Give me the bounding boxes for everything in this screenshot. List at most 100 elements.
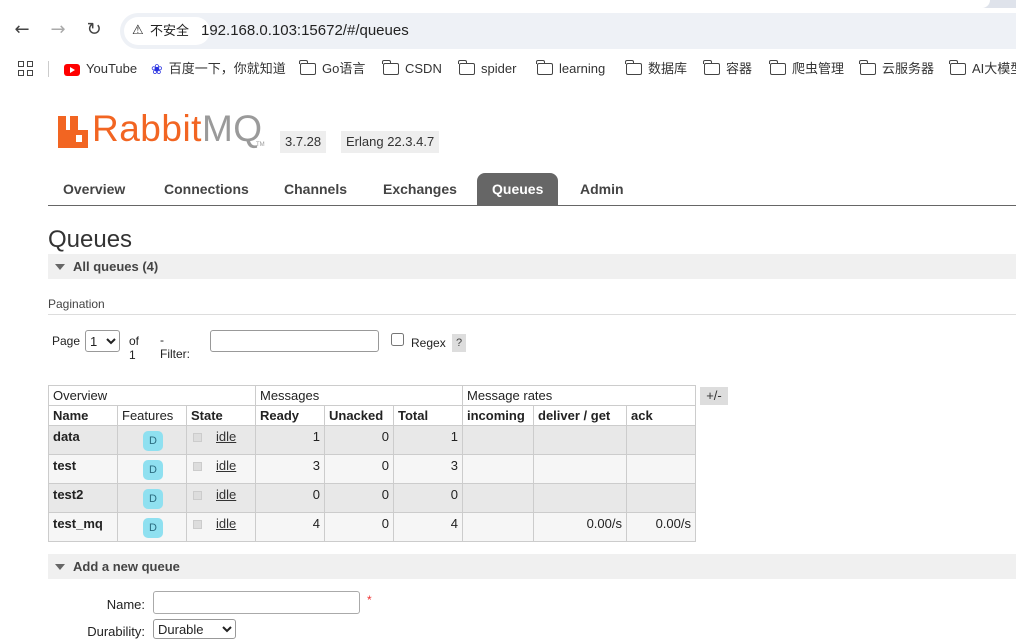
tab-overview[interactable]: Overview	[48, 173, 140, 205]
table-row[interactable]: data D idle 1 0 1	[48, 425, 696, 455]
ack-rate	[626, 483, 696, 513]
group-message-rates: Message rates	[462, 385, 696, 406]
folder-icon	[382, 59, 399, 75]
state-cell: idle	[186, 483, 256, 513]
bookmark-crawler[interactable]: 爬虫管理	[769, 58, 845, 80]
col-incoming[interactable]: incoming	[462, 405, 534, 426]
apps-grid-icon[interactable]	[18, 61, 34, 77]
state-label: idle	[216, 516, 237, 531]
folder-icon	[625, 59, 642, 75]
main-nav: Overview Connections Channels Exchanges …	[48, 173, 1016, 206]
bookmark-baidu[interactable]: ❀ 百度一下，你就知道	[151, 58, 286, 80]
group-header-row: Overview Messages Message rates	[48, 385, 696, 406]
bookmark-go[interactable]: Go语言	[299, 58, 366, 80]
folder-icon	[536, 59, 553, 75]
reload-icon[interactable]: ↻	[84, 20, 104, 40]
page-select[interactable]: 1	[85, 330, 120, 352]
table-row[interactable]: test D idle 3 0 3	[48, 454, 696, 484]
state-label: idle	[216, 458, 237, 473]
total-count: 1	[393, 425, 463, 455]
queue-name-link[interactable]: test_mq	[48, 512, 118, 542]
ready-count: 4	[255, 512, 325, 542]
incoming-rate	[462, 425, 534, 455]
state-square-icon	[193, 433, 202, 443]
add-queue-toggle[interactable]: Add a new queue	[48, 554, 1016, 579]
ack-rate	[626, 425, 696, 455]
tab-connections[interactable]: Connections	[149, 173, 264, 205]
tab-exchanges[interactable]: Exchanges	[368, 173, 472, 205]
filter-input[interactable]	[210, 330, 379, 352]
tab-strip	[0, 0, 1016, 8]
ready-count: 0	[255, 483, 325, 513]
state-square-icon	[193, 491, 202, 501]
page-count: of 1	[129, 334, 140, 362]
bookmark-learning[interactable]: learning	[536, 58, 605, 80]
deliver-get-rate	[533, 454, 627, 484]
durability-select[interactable]: Durable	[153, 619, 236, 639]
features-cell: D	[117, 454, 187, 484]
queue-name-input[interactable]	[153, 591, 360, 614]
filter-label: - Filter:	[160, 333, 190, 361]
state-cell: idle	[186, 425, 256, 455]
regex-checkbox[interactable]	[391, 333, 404, 346]
pagination-label: Pagination	[48, 297, 105, 311]
tab-queues[interactable]: Queues	[477, 173, 559, 205]
state-cell: idle	[186, 454, 256, 484]
bookmarks-bar: YouTube ❀ 百度一下，你就知道 Go语言 CSDN spider lear…	[0, 54, 1016, 84]
bookmark-label: YouTube	[86, 61, 138, 76]
forward-arrow-icon[interactable]: →	[48, 20, 68, 40]
bookmark-spider[interactable]: spider	[458, 58, 516, 80]
bookmark-label: 数据库	[648, 61, 688, 76]
state-square-icon	[193, 520, 202, 530]
tab-channels[interactable]: Channels	[269, 173, 362, 205]
folder-icon	[769, 59, 786, 75]
bookmark-ai[interactable]: AI大模型	[949, 58, 1016, 80]
browser-chrome: ← → ↻ ⚠ 不安全 192.168.0.103:15672/#/queues…	[0, 0, 1016, 88]
features-cell: D	[117, 425, 187, 455]
table-row[interactable]: test_mq D idle 4 0 4 0.00/s 0.00/s	[48, 512, 696, 542]
column-header-row: Name Features State Ready Unacked Total …	[48, 405, 696, 426]
bookmarks-separator	[48, 61, 49, 77]
col-ack[interactable]: ack	[626, 405, 696, 426]
bookmark-containers[interactable]: 容器	[703, 58, 753, 80]
deliver-get-rate	[533, 483, 627, 513]
bookmark-csdn[interactable]: CSDN	[382, 58, 442, 80]
total-count: 3	[393, 454, 463, 484]
queue-name-link[interactable]: data	[48, 425, 118, 455]
queue-name-link[interactable]: test2	[48, 483, 118, 513]
all-queues-toggle[interactable]: All queues (4)	[48, 254, 1016, 279]
rabbitmq-mark-icon	[58, 116, 88, 148]
bookmark-label: 爬虫管理	[792, 61, 845, 76]
bookmark-label: 容器	[726, 61, 753, 76]
bookmark-label: AI大模型	[972, 61, 1016, 76]
table-row[interactable]: test2 D idle 0 0 0	[48, 483, 696, 513]
col-deliver-get[interactable]: deliver / get	[533, 405, 627, 426]
bookmark-database[interactable]: 数据库	[625, 58, 688, 80]
bookmark-youtube[interactable]: YouTube	[64, 58, 137, 80]
queue-name-link[interactable]: test	[48, 454, 118, 484]
address-bar[interactable]: ⚠ 不安全 192.168.0.103:15672/#/queues	[120, 13, 1016, 49]
durability-label: Durability:	[87, 624, 145, 639]
tab-admin[interactable]: Admin	[565, 173, 639, 205]
features-cell: D	[117, 483, 187, 513]
bookmark-cloud[interactable]: 云服务器	[859, 58, 934, 80]
folder-icon	[299, 59, 316, 75]
col-state[interactable]: State	[186, 405, 256, 426]
collapse-triangle-icon	[55, 564, 65, 570]
section-title: All queues (4)	[73, 259, 159, 274]
col-total[interactable]: Total	[393, 405, 463, 426]
col-unacked[interactable]: Unacked	[324, 405, 394, 426]
bookmark-label: Go语言	[322, 61, 366, 76]
deliver-get-rate: 0.00/s	[533, 512, 627, 542]
column-options-button[interactable]: +/-	[700, 387, 728, 405]
help-button[interactable]: ?	[452, 334, 466, 352]
back-arrow-icon[interactable]: ←	[12, 20, 32, 40]
col-ready[interactable]: Ready	[255, 405, 325, 426]
url-text[interactable]: 192.168.0.103:15672/#/queues	[201, 13, 409, 49]
security-chip[interactable]: ⚠ 不安全	[124, 17, 210, 45]
unacked-count: 0	[324, 454, 394, 484]
col-name[interactable]: Name	[48, 405, 118, 426]
bookmark-label: 百度一下，你就知道	[168, 61, 286, 76]
incoming-rate	[462, 512, 534, 542]
rabbitmq-page: RabbitMQ TM 3.7.28 Erlang 22.3.4.7 Overv…	[0, 88, 1016, 639]
